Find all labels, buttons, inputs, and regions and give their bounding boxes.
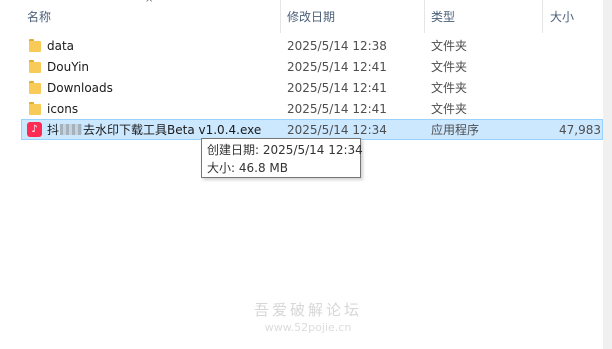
file-date: 2025/5/14 12:41 bbox=[287, 60, 387, 74]
column-divider[interactable] bbox=[542, 0, 543, 33]
file-type: 文件夹 bbox=[431, 81, 468, 95]
folder-icon bbox=[29, 60, 41, 73]
file-type: 应用程序 bbox=[431, 123, 480, 137]
file-name: icons bbox=[47, 102, 79, 116]
folder-icon bbox=[29, 81, 41, 94]
sort-ascending-icon: ^ bbox=[145, 0, 154, 9]
file-name: Downloads bbox=[47, 81, 113, 95]
column-header-type[interactable]: 类型 bbox=[431, 0, 455, 33]
vertical-scrollbar[interactable] bbox=[603, 0, 612, 349]
file-type: 文件夹 bbox=[431, 60, 468, 74]
file-name-prefix: 抖 bbox=[47, 123, 60, 137]
file-size: 47,983 bbox=[559, 123, 601, 137]
folder-icon bbox=[29, 39, 41, 52]
file-name-suffix: 去水印下载工具Beta v1.0.4.exe bbox=[83, 123, 262, 137]
tooltip-size: 大小: 46.8 MB bbox=[207, 161, 288, 175]
list-item[interactable]: Downloads 2025/5/14 12:41 文件夹 bbox=[21, 77, 603, 98]
tiktok-app-icon: ♪ bbox=[27, 122, 42, 137]
column-divider[interactable] bbox=[280, 0, 281, 33]
file-type: 文件夹 bbox=[431, 102, 468, 116]
list-item[interactable]: DouYin 2025/5/14 12:41 文件夹 bbox=[21, 56, 603, 77]
file-date: 2025/5/14 12:41 bbox=[287, 102, 387, 116]
file-info-tooltip: 创建日期: 2025/5/14 12:34 大小: 46.8 MB bbox=[201, 138, 363, 178]
file-date: 2025/5/14 12:41 bbox=[287, 81, 387, 95]
column-header-name[interactable]: 名称 bbox=[27, 0, 51, 33]
file-name: data bbox=[47, 39, 75, 53]
file-date: 2025/5/14 12:38 bbox=[287, 39, 387, 53]
folder-icon bbox=[29, 102, 41, 115]
file-date: 2025/5/14 12:34 bbox=[287, 123, 387, 137]
watermark-title: 吾爱破解论坛 bbox=[253, 301, 362, 319]
list-item[interactable]: icons 2025/5/14 12:41 文件夹 bbox=[21, 98, 603, 119]
file-name: DouYin bbox=[47, 60, 90, 74]
column-header-size[interactable]: 大小 bbox=[550, 0, 574, 33]
column-header-bar: 名称 ^ 修改日期 类型 大小 bbox=[0, 0, 603, 33]
file-name: 抖 去水印下载工具Beta v1.0.4.exe bbox=[47, 119, 261, 140]
tooltip-created-date: 创建日期: 2025/5/14 12:34 bbox=[207, 143, 363, 157]
list-item[interactable]: data 2025/5/14 12:38 文件夹 bbox=[21, 35, 603, 56]
redacted-text-blur bbox=[60, 124, 83, 135]
column-divider[interactable] bbox=[424, 0, 425, 33]
column-header-date-modified[interactable]: 修改日期 bbox=[287, 0, 335, 33]
watermark-url: www.52pojie.cn bbox=[264, 321, 352, 334]
list-item-selected[interactable]: ♪ 抖 去水印下载工具Beta v1.0.4.exe 2025/5/14 12:3… bbox=[21, 119, 603, 140]
file-type: 文件夹 bbox=[431, 39, 468, 53]
